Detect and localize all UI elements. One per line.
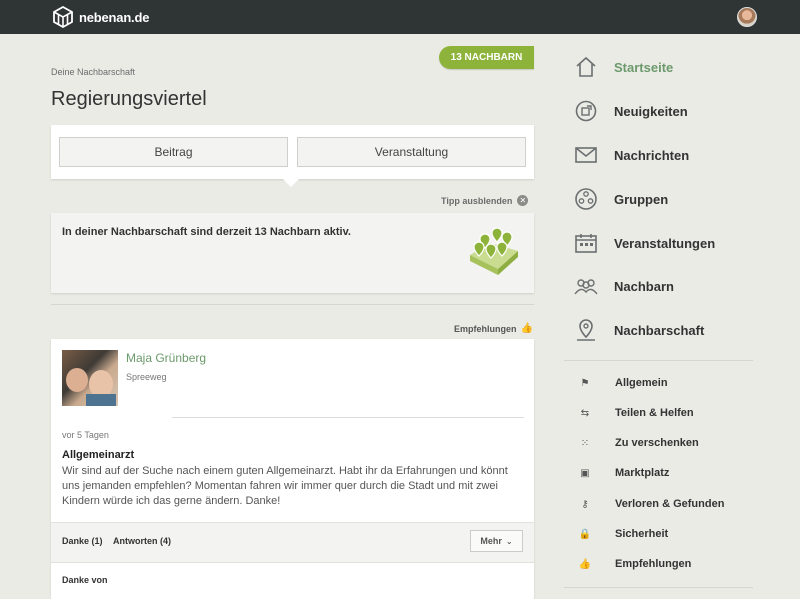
share-arrows-icon: ⇆: [580, 407, 590, 419]
thumbs-up-icon: 👍: [578, 558, 592, 570]
sidebar-item-gruppen[interactable]: Gruppen: [574, 184, 668, 214]
author-street: Spreeweg: [126, 372, 167, 382]
category-teilen-helfen[interactable]: ⇆ Teilen & Helfen: [578, 404, 694, 422]
flag-icon: ⚑: [580, 377, 590, 389]
post-title: Allgemeinarzt: [62, 449, 135, 461]
composer-pointer: [283, 179, 299, 187]
category-label: Verloren & Gefunden: [615, 498, 725, 510]
logo-cube-icon: [53, 6, 73, 28]
key-icon: ⚷: [581, 498, 589, 510]
category-label: Empfehlungen: [615, 558, 692, 570]
news-icon: [574, 99, 598, 123]
sidebar-item-startseite[interactable]: Startseite: [574, 52, 673, 82]
calendar-icon: [574, 231, 598, 255]
category-verloren-gefunden[interactable]: ⚷ Verloren & Gefunden: [578, 495, 724, 513]
hide-tip-label: Tipp ausblenden: [441, 195, 513, 206]
hide-tip-button[interactable]: Tipp ausblenden ✕: [441, 195, 529, 206]
post-time[interactable]: vor 5 Tagen: [62, 430, 109, 440]
shop-icon: ▣: [580, 467, 590, 479]
sidebar-item-label: Nachbarschaft: [614, 322, 705, 338]
sidebar-item-nachrichten[interactable]: Nachrichten: [574, 140, 689, 170]
close-icon: ✕: [517, 195, 529, 206]
author-avatar[interactable]: [62, 350, 118, 406]
sidebar-item-nachbarn[interactable]: Nachbarn: [574, 271, 674, 301]
top-bar: nebenan.de: [0, 0, 800, 34]
sidebar-item-label: Gruppen: [614, 191, 669, 207]
lock-icon: 🔒: [578, 528, 592, 540]
map-pin-icon: [574, 318, 598, 342]
sidebar-item-label: Nachrichten: [614, 147, 690, 163]
post-actions-bar: Danke (1) Antworten (4) Mehr ⌄: [51, 522, 534, 563]
envelope-icon: [574, 143, 598, 167]
author-name[interactable]: Maja Grünberg: [126, 351, 206, 365]
thanks-button[interactable]: Danke (1): [62, 536, 103, 546]
sidebar-item-label: Nachbarn: [614, 278, 674, 294]
logo[interactable]: nebenan.de: [52, 6, 149, 28]
category-label: Zu verschenken: [615, 437, 699, 449]
logo-text: nebenan.de: [79, 9, 150, 25]
neighbors-icon: [574, 274, 598, 298]
category-sicherheit[interactable]: 🔒 Sicherheit: [578, 525, 668, 543]
sidebar-item-label: Neuigkeiten: [614, 103, 688, 119]
gift-icon: ⁙: [580, 437, 590, 449]
category-marktplatz[interactable]: ▣ Marktplatz: [578, 464, 669, 482]
category-label: Teilen & Helfen: [615, 407, 694, 419]
sidebar-item-nachbarschaft[interactable]: Nachbarschaft: [574, 315, 704, 345]
members-count-badge[interactable]: 13 NACHBARN: [439, 46, 534, 69]
user-avatar[interactable]: [737, 7, 757, 27]
post-separator: [172, 417, 524, 418]
category-empfehlungen[interactable]: 👍 Empfehlungen: [578, 555, 692, 573]
category-label: Allgemein: [615, 377, 668, 389]
category-label: Sicherheit: [615, 528, 669, 540]
home-icon: [574, 55, 598, 79]
feed-filter-recommendations[interactable]: Empfehlungen 👍: [454, 323, 533, 334]
sidebar-item-veranstaltungen[interactable]: Veranstaltungen: [574, 228, 715, 258]
neighborhood-map-icon: [470, 227, 518, 275]
post-card: Maja Grünberg Spreeweg vor 5 Tagen Allge…: [51, 339, 534, 599]
breadcrumb: Deine Nachbarschaft: [51, 67, 136, 77]
feed-filter-label: Empfehlungen: [454, 323, 517, 334]
tip-box: In deiner Nachbarschaft sind derzeit 13 …: [51, 213, 534, 293]
groups-icon: [574, 187, 598, 211]
sidebar-item-neuigkeiten[interactable]: Neuigkeiten: [574, 96, 688, 126]
sidebar-divider: [564, 360, 753, 361]
chevron-down-icon: ⌄: [505, 536, 513, 546]
sidebar-divider: [564, 587, 753, 588]
new-post-button[interactable]: Beitrag: [59, 137, 288, 167]
category-zu-verschenken[interactable]: ⁙ Zu verschenken: [578, 434, 699, 452]
main-divider: [51, 304, 534, 305]
post-composer: Beitrag Veranstaltung: [51, 125, 534, 179]
tip-text: In deiner Nachbarschaft sind derzeit 13 …: [62, 226, 351, 238]
sidebar-item-label: Veranstaltungen: [614, 235, 716, 251]
category-allgemein[interactable]: ⚑ Allgemein: [578, 374, 668, 392]
category-label: Marktplatz: [615, 467, 670, 479]
replies-button[interactable]: Antworten (4): [113, 536, 171, 546]
post-body: Wir sind auf der Suche nach einem guten …: [62, 465, 508, 507]
thumbs-up-icon: 👍: [520, 323, 533, 334]
thanks-from-label: Danke von: [62, 575, 108, 585]
more-label: Mehr: [480, 536, 502, 546]
page-title: Regierungsviertel: [51, 88, 207, 110]
sidebar-item-label: Startseite: [614, 59, 674, 75]
new-event-button[interactable]: Veranstaltung: [297, 137, 526, 167]
more-button[interactable]: Mehr ⌄: [470, 530, 523, 552]
